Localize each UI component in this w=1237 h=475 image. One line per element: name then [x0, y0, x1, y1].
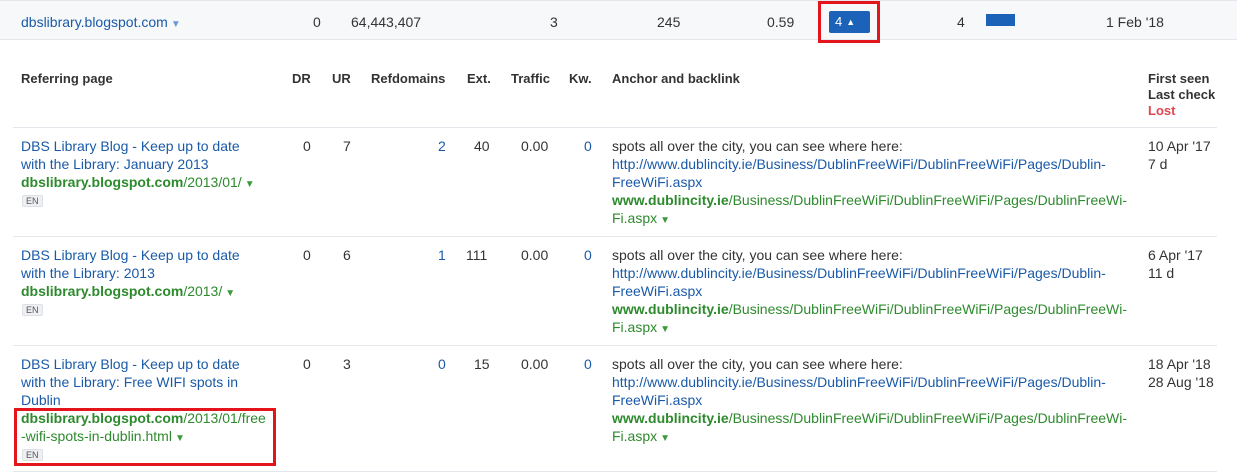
language-badge: EN [22, 195, 43, 207]
chevron-down-icon[interactable]: ▼ [225, 288, 235, 299]
ext-value: 40 [474, 138, 490, 154]
header-kw[interactable]: Kw. [569, 71, 592, 86]
anchor-link[interactable]: http://www.dublincity.ie/Business/Dublin… [612, 264, 1106, 282]
header-referring-page[interactable]: Referring page [21, 71, 113, 86]
anchor-link[interactable]: FreeWiFi.aspx [612, 282, 702, 300]
anchor-text: spots all over the city, you can see whe… [612, 356, 903, 372]
header-refdomains[interactable]: Refdomains [371, 71, 445, 86]
chevron-down-icon[interactable]: ▼ [660, 324, 670, 335]
backlink-url[interactable]: www.dublincity.ie/Business/DublinFreeWiF… [612, 409, 1127, 427]
kw-value[interactable]: 0 [584, 138, 592, 154]
last-check-value: 7 d [1148, 156, 1168, 172]
referring-page-title[interactable]: Dublin [21, 391, 61, 409]
summary-col5: 0.59 [767, 14, 795, 30]
referring-page-title[interactable]: DBS Library Blog - Keep up to date [21, 355, 240, 373]
divider [13, 345, 1217, 346]
chevron-down-icon[interactable]: ▼ [245, 179, 255, 190]
backlink-url[interactable]: Fi.aspx ▼ [612, 209, 670, 230]
header-lost[interactable]: Lost [1148, 103, 1175, 118]
traffic-value: 0.00 [521, 138, 549, 154]
referring-page-title[interactable]: DBS Library Blog - Keep up to date [21, 137, 240, 155]
summary-ahrefs-rank: 64,443,407 [351, 14, 422, 30]
header-last-check[interactable]: Last check [1148, 87, 1215, 102]
referring-page-title[interactable]: with the Library: Free WIFI spots in [21, 373, 238, 391]
first-seen-value: 6 Apr '17 [1148, 247, 1203, 263]
summary-col4: 245 [657, 14, 681, 30]
backlink-url[interactable]: www.dublincity.ie/Business/DublinFreeWiF… [612, 191, 1127, 209]
anchor-link[interactable]: FreeWiFi.aspx [612, 391, 702, 409]
divider [13, 127, 1217, 128]
ext-value: 15 [474, 356, 490, 372]
referring-page-title[interactable]: with the Library: 2013 [21, 264, 155, 282]
referring-page-title[interactable]: with the Library: January 2013 [21, 155, 209, 173]
kw-value[interactable]: 0 [584, 247, 592, 263]
summary-col7: 4 [957, 14, 965, 30]
anchor-link[interactable]: http://www.dublincity.ie/Business/Dublin… [612, 373, 1106, 391]
ur-value: 6 [343, 247, 351, 263]
backlink-url[interactable]: www.dublincity.ie/Business/DublinFreeWiF… [612, 300, 1127, 318]
divider [13, 471, 1217, 472]
summary-col3: 3 [550, 14, 558, 30]
summary-row: dbslibrary.blogspot.com ▼ 0 64,443,407 3 … [0, 0, 1237, 40]
refdomains-value[interactable]: 1 [438, 247, 446, 263]
dr-value: 0 [303, 138, 311, 154]
kw-value[interactable]: 0 [584, 356, 592, 372]
last-check-value: 11 d [1148, 265, 1175, 281]
anchor-link[interactable]: http://www.dublincity.ie/Business/Dublin… [612, 155, 1106, 173]
traffic-value: 0.00 [521, 247, 549, 263]
header-traffic[interactable]: Traffic [511, 71, 550, 86]
backlink-url[interactable]: Fi.aspx ▼ [612, 318, 670, 339]
first-seen-value: 18 Apr '18 [1148, 356, 1211, 372]
summary-date: 1 Feb '18 [1106, 14, 1164, 30]
anchor-text: spots all over the city, you can see whe… [612, 247, 903, 263]
summary-dr: 0 [313, 14, 321, 30]
ur-value: 3 [343, 356, 351, 372]
ext-value: 111 [466, 247, 488, 263]
header-ext[interactable]: Ext. [467, 71, 491, 86]
refdomains-value[interactable]: 0 [438, 356, 446, 372]
language-badge: EN [22, 304, 43, 316]
chevron-down-icon[interactable]: ▼ [171, 19, 181, 30]
backlink-url[interactable]: Fi.aspx ▼ [612, 427, 670, 448]
header-anchor: Anchor and backlink [612, 71, 740, 86]
referring-page-url[interactable]: dbslibrary.blogspot.com/2013/▼ [21, 282, 235, 303]
first-seen-value: 10 Apr '17 [1148, 138, 1211, 154]
ur-value: 7 [343, 138, 351, 154]
summary-bar [986, 14, 1015, 26]
chevron-down-icon[interactable]: ▼ [660, 433, 670, 444]
traffic-value: 0.00 [521, 356, 549, 372]
chevron-down-icon[interactable]: ▼ [660, 215, 670, 226]
anchor-link[interactable]: FreeWiFi.aspx [612, 173, 702, 191]
referring-page-url[interactable]: dbslibrary.blogspot.com/2013/01/▼ [21, 173, 255, 194]
summary-domain-link[interactable]: dbslibrary.blogspot.com ▼ [21, 14, 181, 30]
referring-page-title[interactable]: DBS Library Blog - Keep up to date [21, 246, 240, 264]
highlight-box-url [14, 408, 276, 466]
dr-value: 0 [303, 247, 311, 263]
header-first-seen[interactable]: First seen [1148, 71, 1209, 86]
header-dr[interactable]: DR [292, 71, 311, 86]
anchor-text: spots all over the city, you can see whe… [612, 138, 903, 154]
highlight-box-badge [818, 1, 880, 43]
dr-value: 0 [303, 356, 311, 372]
last-check-value: 28 Aug '18 [1148, 374, 1214, 390]
refdomains-value[interactable]: 2 [438, 138, 446, 154]
header-ur[interactable]: UR [332, 71, 351, 86]
divider [13, 236, 1217, 237]
